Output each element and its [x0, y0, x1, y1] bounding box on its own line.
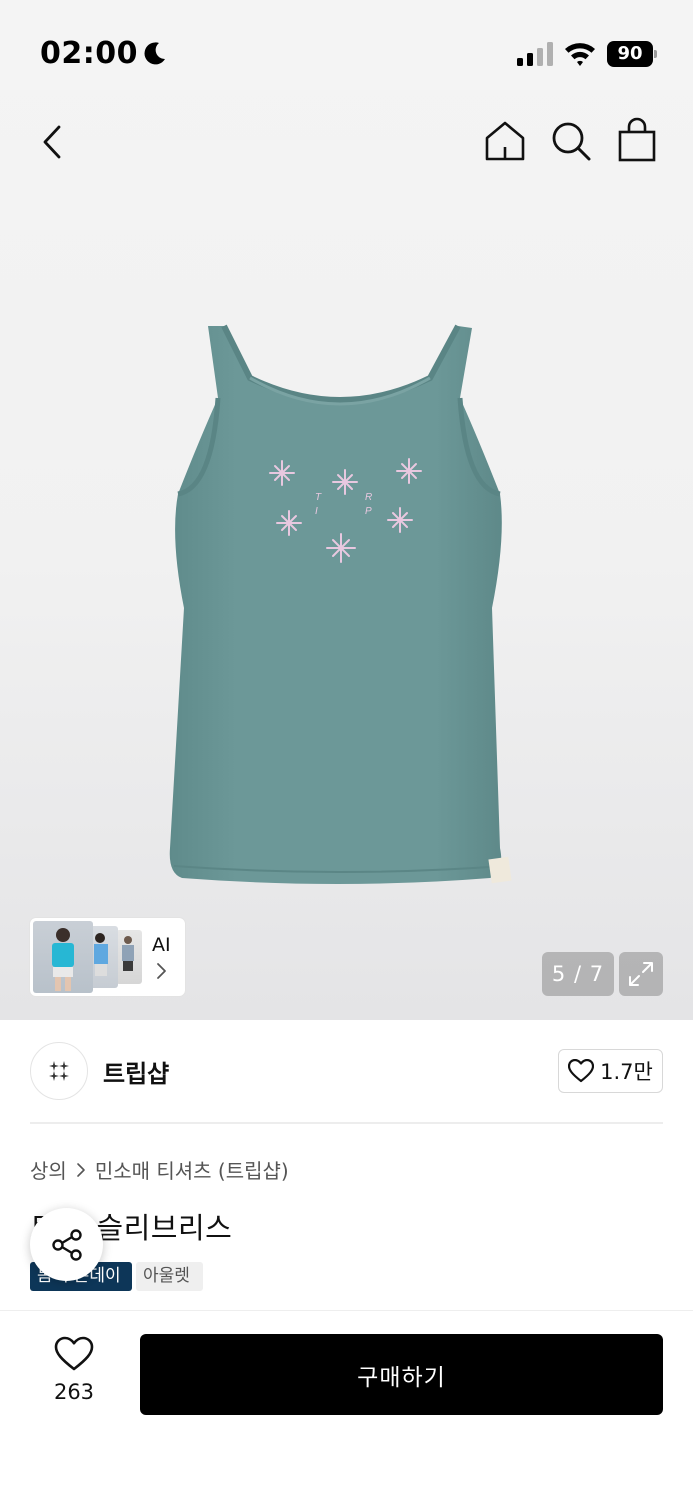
breadcrumb: 상의 민소매 티셔츠 (트립샵) — [30, 1155, 289, 1184]
share-button[interactable] — [30, 1208, 103, 1281]
embroidery-letter: T — [315, 492, 322, 503]
share-icon — [51, 1228, 82, 1261]
expand-icon — [629, 962, 653, 986]
cellular-signal-icon — [517, 42, 553, 66]
product-image-gallery[interactable]: 02:00 90 T I R P AI 5 / 7 — [0, 0, 693, 1020]
heart-icon — [54, 1336, 94, 1371]
embroidery-letter: P — [365, 506, 372, 517]
buy-button[interactable]: 구매하기 — [140, 1334, 663, 1415]
battery-level: 90 — [607, 41, 653, 67]
ai-thumbnail — [116, 930, 142, 984]
expand-button[interactable] — [619, 952, 663, 996]
ai-styling-card[interactable]: AI — [30, 918, 185, 996]
home-icon[interactable] — [482, 118, 528, 164]
divider — [0, 1310, 693, 1311]
brand-name[interactable]: 트립샵 — [103, 1054, 169, 1089]
battery-indicator: 90 — [607, 41, 657, 67]
breadcrumb-category[interactable]: 상의 — [30, 1155, 67, 1184]
shopping-bag-icon[interactable] — [614, 116, 660, 164]
battery-cap — [654, 50, 657, 58]
divider — [30, 1122, 663, 1124]
ai-thumbnail — [33, 921, 93, 993]
chevron-right-icon — [157, 963, 166, 979]
ai-label: AI — [152, 934, 171, 956]
sparkle-logo-icon — [49, 1061, 69, 1081]
ai-thumbnail — [90, 926, 118, 988]
embroidery-letter: I — [315, 506, 318, 517]
chevron-right-icon — [77, 1162, 85, 1177]
outlet-tag: 아울렛 — [136, 1262, 203, 1291]
status-bar: 02:00 90 — [0, 0, 693, 100]
search-icon[interactable] — [548, 118, 594, 164]
product-image[interactable]: T I R P — [160, 318, 520, 890]
status-time: 02:00 — [40, 36, 138, 71]
embroidery-letter: R — [365, 492, 372, 503]
brand-like-button[interactable]: 1.7만 — [558, 1049, 663, 1093]
brand-like-count: 1.7만 — [600, 1060, 653, 1084]
back-button[interactable] — [28, 118, 76, 166]
heart-icon — [568, 1059, 595, 1083]
wishlist-count: 263 — [53, 1380, 95, 1404]
wifi-icon — [565, 43, 595, 66]
moon-icon — [144, 42, 165, 65]
chevron-left-icon — [43, 125, 61, 159]
breadcrumb-subcategory[interactable]: 민소매 티셔츠 (트립샵) — [95, 1155, 289, 1184]
brand-logo[interactable] — [30, 1042, 88, 1100]
image-counter: 5 / 7 — [542, 952, 614, 996]
wishlist-button[interactable]: 263 — [40, 1336, 108, 1404]
